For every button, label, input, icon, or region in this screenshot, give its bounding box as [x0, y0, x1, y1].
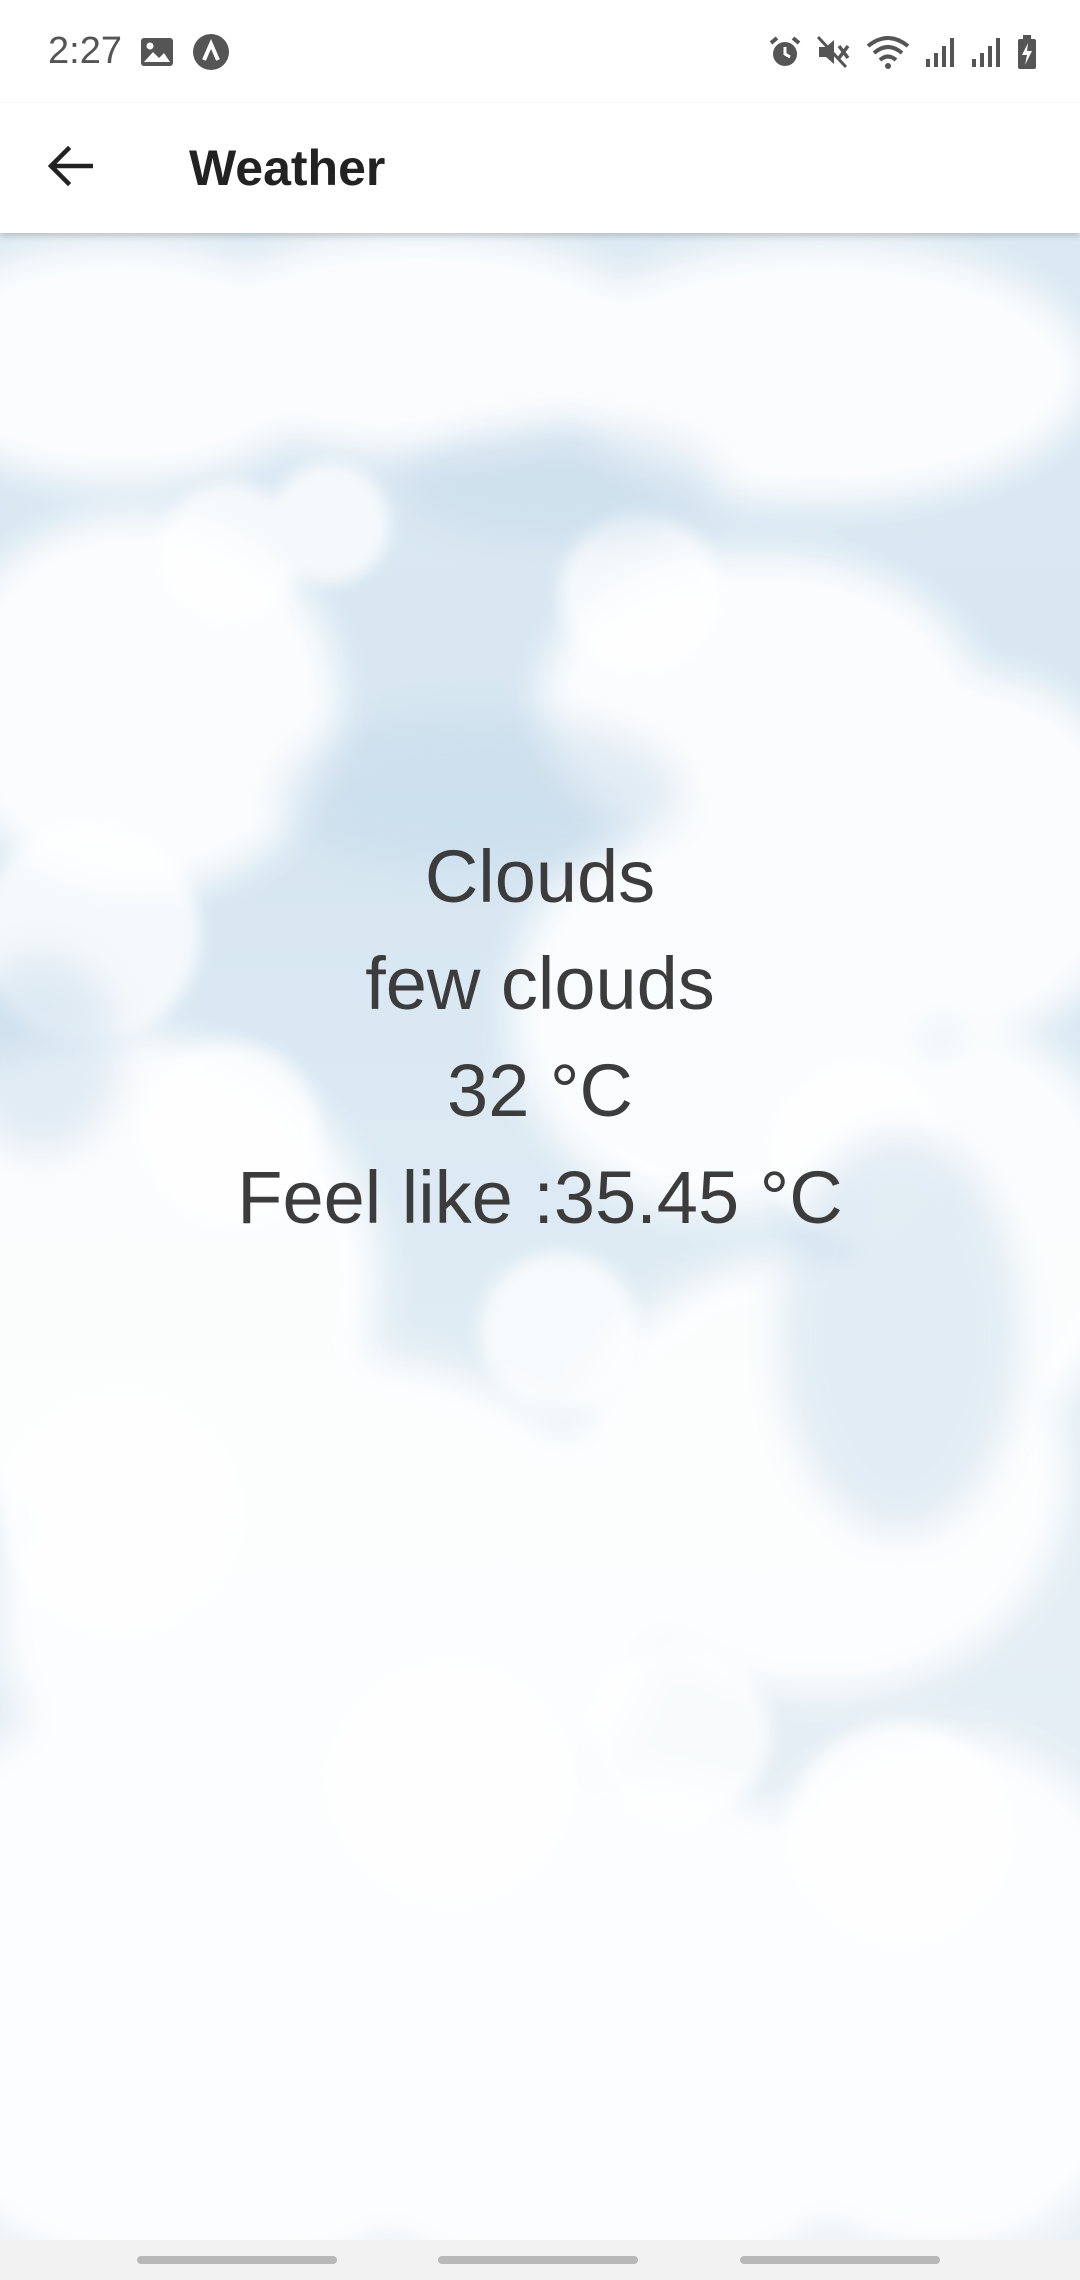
weather-description: few clouds — [365, 942, 715, 1025]
status-bar: 2:27 — [0, 0, 1080, 103]
weather-main: Clouds — [424, 835, 656, 918]
battery-charging-icon — [1016, 34, 1038, 70]
nav-home-handle[interactable] — [438, 2256, 638, 2264]
status-right — [768, 34, 1038, 70]
app-bar: Weather — [0, 103, 1080, 233]
signal-icon — [970, 35, 1002, 69]
arrow-back-icon — [47, 145, 94, 191]
alarm-icon — [768, 35, 802, 69]
status-time: 2:27 — [48, 30, 122, 72]
nav-recents-handle[interactable] — [137, 2256, 337, 2264]
wifi-icon — [866, 34, 910, 70]
weather-summary: Clouds few clouds 32 °C Feel like :35.45… — [0, 823, 1080, 1251]
status-left: 2:27 — [48, 30, 230, 73]
page-title: Weather — [189, 140, 386, 196]
image-icon — [140, 37, 174, 67]
app-notification-icon — [192, 33, 230, 71]
navigation-bar — [0, 2240, 1080, 2280]
mute-icon — [816, 35, 852, 69]
signal-icon — [924, 35, 956, 69]
temperature: 32 °C — [447, 1049, 633, 1132]
weather-content: Clouds few clouds 32 °C Feel like :35.45… — [0, 233, 1080, 2240]
feels-like: Feel like :35.45 °C — [237, 1156, 843, 1239]
back-button[interactable] — [0, 103, 140, 233]
nav-back-handle[interactable] — [740, 2256, 940, 2264]
